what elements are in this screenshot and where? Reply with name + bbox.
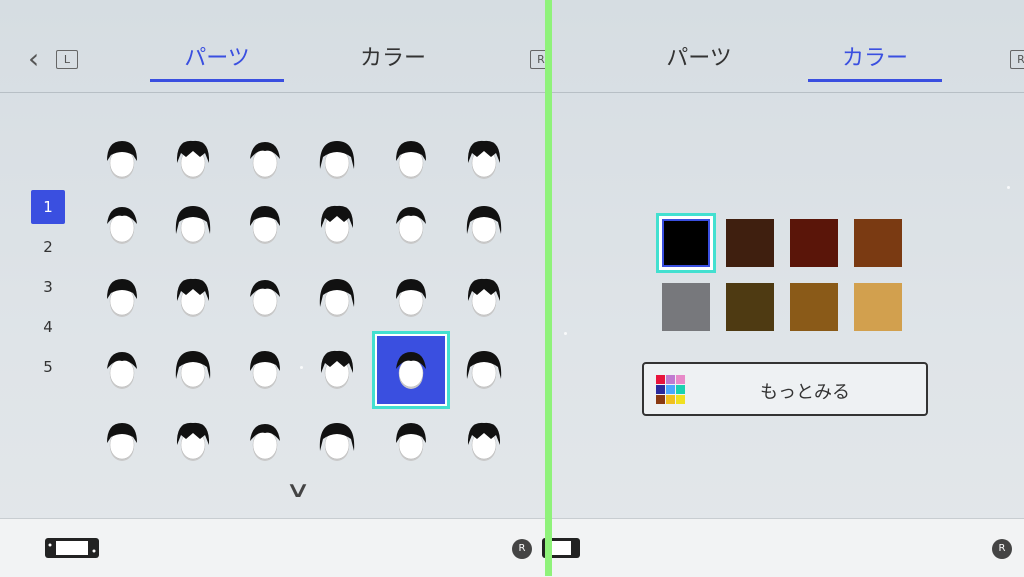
hairstyle-icon — [467, 422, 501, 461]
hairstyle-icon — [467, 278, 501, 317]
hair-style-option[interactable] — [86, 124, 158, 196]
hairstyle-icon — [176, 278, 210, 317]
hair-style-option[interactable] — [157, 124, 229, 196]
hairstyle-icon — [107, 141, 137, 179]
hair-style-option[interactable] — [448, 189, 520, 261]
hair-style-option[interactable] — [448, 406, 520, 478]
hairstyle-icon — [250, 280, 280, 317]
page-3-button[interactable]: 3 — [31, 270, 65, 304]
tab-parts[interactable]: パーツ — [632, 42, 766, 82]
hairstyle-icon — [320, 205, 354, 244]
hairstyle-icon — [250, 142, 280, 179]
hair-style-option[interactable] — [448, 262, 520, 334]
hairstyle-icon — [175, 206, 211, 244]
tab-color[interactable]: カラー — [326, 42, 460, 82]
hair-style-option[interactable] — [86, 189, 158, 261]
hairstyle-icon — [250, 351, 280, 389]
hair-style-option[interactable] — [301, 124, 373, 196]
hairstyle-icon — [466, 206, 502, 244]
hair-style-option[interactable] — [157, 406, 229, 478]
l-button-icon: L — [56, 50, 78, 69]
hair-style-option[interactable] — [301, 334, 373, 406]
color-swatch[interactable] — [662, 283, 710, 331]
hair-style-option[interactable] — [448, 124, 520, 196]
hairstyle-icon — [319, 423, 355, 461]
tab-parts[interactable]: パーツ — [150, 42, 284, 82]
r-button-icon: R — [530, 50, 545, 69]
hair-style-option[interactable] — [229, 406, 301, 478]
sparkle-decoration — [564, 332, 567, 335]
tab-color[interactable]: カラー — [808, 42, 942, 82]
hairstyle-icon — [176, 140, 210, 179]
hairstyle-icon — [107, 279, 137, 317]
hairstyle-icon — [175, 351, 211, 389]
hairstyle-icon — [396, 207, 426, 244]
hairstyle-icon — [319, 141, 355, 179]
hair-style-option[interactable] — [375, 262, 447, 334]
hair-style-option[interactable] — [375, 334, 447, 406]
color-swatch[interactable] — [726, 283, 774, 331]
hairstyle-icon — [396, 279, 426, 317]
back-chevron-icon[interactable]: ‹ — [28, 44, 39, 74]
sparkle-decoration — [300, 366, 303, 369]
hair-style-option[interactable] — [157, 189, 229, 261]
color-swatch[interactable] — [854, 219, 902, 267]
hair-style-option[interactable] — [86, 262, 158, 334]
hairstyle-icon — [319, 279, 355, 317]
hairstyle-icon — [107, 207, 137, 244]
page-4-button[interactable]: 4 — [31, 310, 65, 344]
hairstyle-icon — [176, 422, 210, 461]
hairstyle-icon — [396, 352, 426, 389]
left-tab-bar: ‹ L パーツ カラー R — [0, 0, 545, 93]
hairstyle-icon — [250, 424, 280, 461]
hair-style-option[interactable] — [229, 262, 301, 334]
r-stick-icon: R — [992, 539, 1012, 559]
console-handheld-icon — [45, 538, 99, 558]
hairstyle-icon — [467, 140, 501, 179]
hair-style-option[interactable] — [86, 406, 158, 478]
split-divider — [545, 0, 552, 576]
color-panel: パーツ カラー R もっとみる — [552, 0, 1024, 518]
color-swatch[interactable] — [790, 283, 838, 331]
hair-style-option[interactable] — [157, 334, 229, 406]
more-colors-button[interactable]: もっとみる — [642, 362, 928, 416]
hair-style-option[interactable] — [229, 334, 301, 406]
hair-style-option[interactable] — [229, 189, 301, 261]
hair-style-option[interactable] — [375, 406, 447, 478]
color-swatch[interactable] — [726, 219, 774, 267]
hairstyle-icon — [396, 141, 426, 179]
more-colors-label: もっとみる — [760, 382, 850, 403]
r-stick-icon: R — [512, 539, 532, 559]
hair-style-option[interactable] — [157, 262, 229, 334]
parts-panel: ‹ L パーツ カラー R 1 2 3 4 5 ∨ — [0, 0, 545, 518]
hair-style-option[interactable] — [375, 124, 447, 196]
sparkle-decoration — [1007, 186, 1010, 189]
color-swatch[interactable] — [662, 219, 710, 267]
hairstyle-icon — [107, 352, 137, 389]
hair-style-option[interactable] — [448, 334, 520, 406]
page-1-button[interactable]: 1 — [31, 190, 65, 224]
page-selector: 1 2 3 4 5 — [31, 190, 65, 390]
color-swatch[interactable] — [790, 219, 838, 267]
page-2-button[interactable]: 2 — [31, 230, 65, 264]
bottom-bar: R R — [0, 518, 1024, 577]
hair-style-option[interactable] — [301, 262, 373, 334]
hair-style-option[interactable] — [375, 189, 447, 261]
hairstyle-icon — [320, 350, 354, 389]
hairstyle-icon — [107, 423, 137, 461]
hair-style-option[interactable] — [86, 334, 158, 406]
hair-style-option[interactable] — [301, 406, 373, 478]
color-swatch[interactable] — [854, 283, 902, 331]
hairstyle-icon — [396, 423, 426, 461]
hairstyle-icon — [466, 351, 502, 389]
hair-style-option[interactable] — [301, 189, 373, 261]
r-button-icon: R — [1010, 50, 1024, 69]
scroll-down-chevron-icon[interactable]: ∨ — [285, 478, 311, 503]
page-5-button[interactable]: 5 — [31, 350, 65, 384]
hair-style-option[interactable] — [229, 124, 301, 196]
right-tab-bar: パーツ カラー R — [552, 0, 1024, 93]
hairstyle-icon — [250, 206, 280, 244]
